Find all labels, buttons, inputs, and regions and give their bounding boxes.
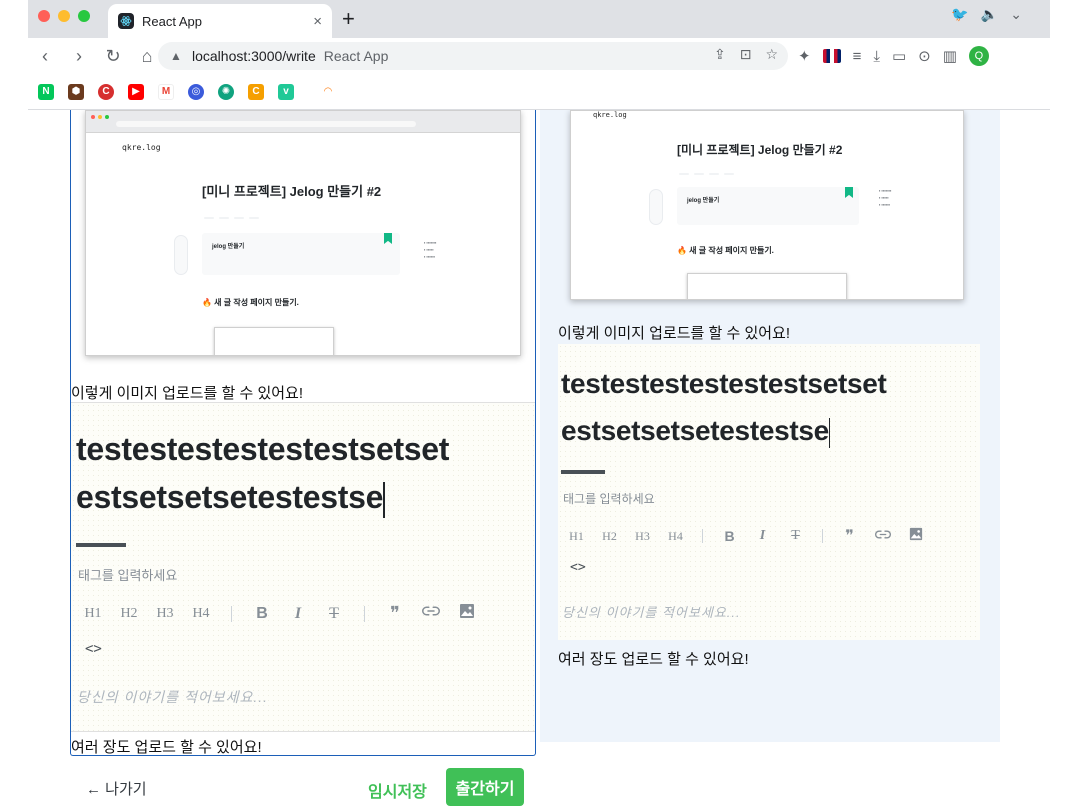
youtube-bookmark-icon[interactable]: ▶ [128,83,144,100]
preview-tag-input: 태그를 입력하세요 [563,492,655,506]
sidebar-icon[interactable]: ▥ [943,47,957,65]
react-logo-icon [118,13,134,29]
preview-bookmark-icon [845,187,853,198]
download-icon[interactable]: ⤓ [873,48,880,65]
exit-button[interactable]: ← 나가기 [86,778,147,799]
publish-button[interactable]: 출간하기 [446,768,524,806]
twitter-bird-icon: 🐦 [951,6,969,22]
browser-tab-bar: React App × + 🐦 🔈 ⌄ [28,0,1050,38]
preview-code-button: <> [570,560,586,575]
new-tab-button[interactable]: + [342,6,355,32]
gmail-bookmark-icon[interactable]: M [158,83,174,100]
editor-pane: qkre.log [미니 프로젝트] Jelog 만들기 #2 jelog 만들… [70,110,536,756]
embedded-post-title: [미니 프로젝트] Jelog 만들기 #2 [202,184,382,199]
tab-title: React App [142,13,202,29]
naver-bookmark-icon[interactable]: N [38,83,54,100]
forward-icon[interactable]: › [62,46,96,67]
preview-strike-button: T [791,528,800,543]
hexagon-bookmark-icon[interactable]: ⬢ [68,83,84,100]
preview-pane: qkre.log [미니 프로젝트] Jelog 만들기 #2 jelog 만들… [540,110,1000,742]
address-bar[interactable]: ▲ localhost:3000/write React App ⇪ ⊡ ☆ [158,42,788,70]
preview-screenshot-image: qkre.log [미니 프로젝트] Jelog 만들기 #2 jelog 만들… [570,110,964,300]
profile-avatar[interactable]: Q [968,46,989,66]
image-upload-icon[interactable] [449,603,485,624]
bold-button[interactable]: B [244,605,280,623]
strikethrough-button[interactable]: T [316,605,352,623]
browser-tab[interactable]: React App × [108,4,332,38]
uploaded-screenshot-image: qkre.log [미니 프로젝트] Jelog 만들기 #2 jelog 만들… [85,110,521,356]
heading1-button[interactable]: H1 [75,606,111,622]
tag-input[interactable]: 태그를 입력하세요 [78,565,177,584]
install-icon[interactable]: ⊡ [740,46,752,63]
body-textarea[interactable]: 당신의 이야기를 적어보세요... [77,687,268,707]
embedded-heading: 🔥 새 글 작성 페이지 만들기. [202,298,299,307]
tab-search-icon[interactable]: ⌄ [1010,6,1022,23]
save-draft-button[interactable]: 임시저장 [368,778,427,802]
back-icon[interactable]: ‹ [28,46,62,67]
preview-heading2-button: H2 [602,528,617,543]
uk-flag-icon[interactable] [822,49,841,63]
site-info-icon[interactable]: ▲ [170,49,184,63]
upload-caption: 여러 장도 업로드 할 수 있어요! [71,739,262,756]
maximize-window-button[interactable] [78,10,90,22]
preview-embedded-brand: qkre.log [593,111,627,119]
reload-icon[interactable]: ↻ [96,46,130,67]
write-page: qkre.log [미니 프로젝트] Jelog 만들기 #2 jelog 만들… [28,110,1050,810]
preview-markdown-toolbar: H1 H2 H3 H4 B I T ❞ [560,526,932,546]
editor-area: testestestestestestsetset estsetsetsetes… [71,402,535,732]
preview-image-icon [899,527,932,545]
preview-link-icon [866,529,899,544]
italic-button[interactable]: I [280,605,316,623]
reading-list-icon[interactable]: ≡ [853,48,862,65]
preview-heading1-button: H1 [569,528,584,543]
preview-heading4-button: H4 [668,528,683,543]
heading4-button[interactable]: H4 [183,606,219,622]
image-caption: 이렇게 이미지 업로드를 할 수 있어요! [71,385,304,402]
quote-button[interactable]: ❞ [377,603,413,624]
heading3-button[interactable]: H3 [147,606,183,622]
link-icon[interactable] [413,605,449,622]
preview-embedded-heading: 🔥 새 글 작성 페이지 만들기. [677,246,774,255]
close-window-button[interactable] [38,10,50,22]
extensions-icon[interactable]: ✦ [798,47,811,65]
loading-bookmark-icon[interactable]: ◠ [320,83,336,100]
preview-italic-button: I [759,528,766,543]
c-bookmark-icon[interactable]: C [98,83,114,100]
camera-icon[interactable]: ▭ [892,47,906,65]
close-tab-icon[interactable]: × [313,13,322,30]
preview-title-underline [561,470,605,474]
bookmark-icon [384,233,392,244]
chatgpt-bookmark-icon[interactable]: ✺ [218,83,234,100]
bookmarks-bar: N ⬢ C ▶ M ◎ ✺ C v ◠ [28,74,1050,110]
title-underline [76,543,126,547]
heading2-button[interactable]: H2 [111,606,147,622]
preview-editor-area: testestestestestestsetset estsetsetsetes… [558,344,980,640]
circle-bookmark-icon[interactable]: ◎ [188,83,204,100]
audio-icon[interactable]: 🔈 [981,6,998,23]
share-icon[interactable]: ⇪ [714,46,726,63]
preview-quote-button: ❞ [845,528,854,545]
preview-image-caption: 이렇게 이미지 업로드를 할 수 있어요! [558,325,791,342]
preview-upload-caption: 여러 장도 업로드 할 수 있어요! [558,651,749,668]
markdown-toolbar: H1 H2 H3 H4 B I T ❞ [75,603,485,624]
v-bookmark-icon[interactable]: v [278,83,294,100]
page-title-text: React App [323,48,389,64]
title-input[interactable]: testestestestestestsetset estsetsetsetes… [76,425,449,521]
preview-title: testestestestestestsetset estsetsetsetes… [561,368,887,448]
preview-embedded-title: [미니 프로젝트] Jelog 만들기 #2 [677,143,843,157]
bookmark-star-icon[interactable]: ☆ [765,46,778,63]
url-text: localhost:3000/write [192,48,316,64]
preview-body-placeholder: 당신의 이야기를 적어보세요... [562,605,741,620]
browser-toolbar: ‹ › ↻ ⌂ ▲ localhost:3000/write React App… [28,38,1050,74]
screenshot-icon[interactable]: ⊙ [918,47,931,65]
preview-heading3-button: H3 [635,528,650,543]
embedded-series-card: jelog 만들기 [202,233,400,275]
preview-bold-button: B [724,528,735,544]
c-orange-bookmark-icon[interactable]: C [248,83,264,100]
preview-series-card: jelog 만들기 [677,187,859,225]
minimize-window-button[interactable] [58,10,70,22]
code-button[interactable]: <> [85,641,102,657]
text-caret [383,481,385,518]
embedded-brand: qkre.log [122,143,161,152]
